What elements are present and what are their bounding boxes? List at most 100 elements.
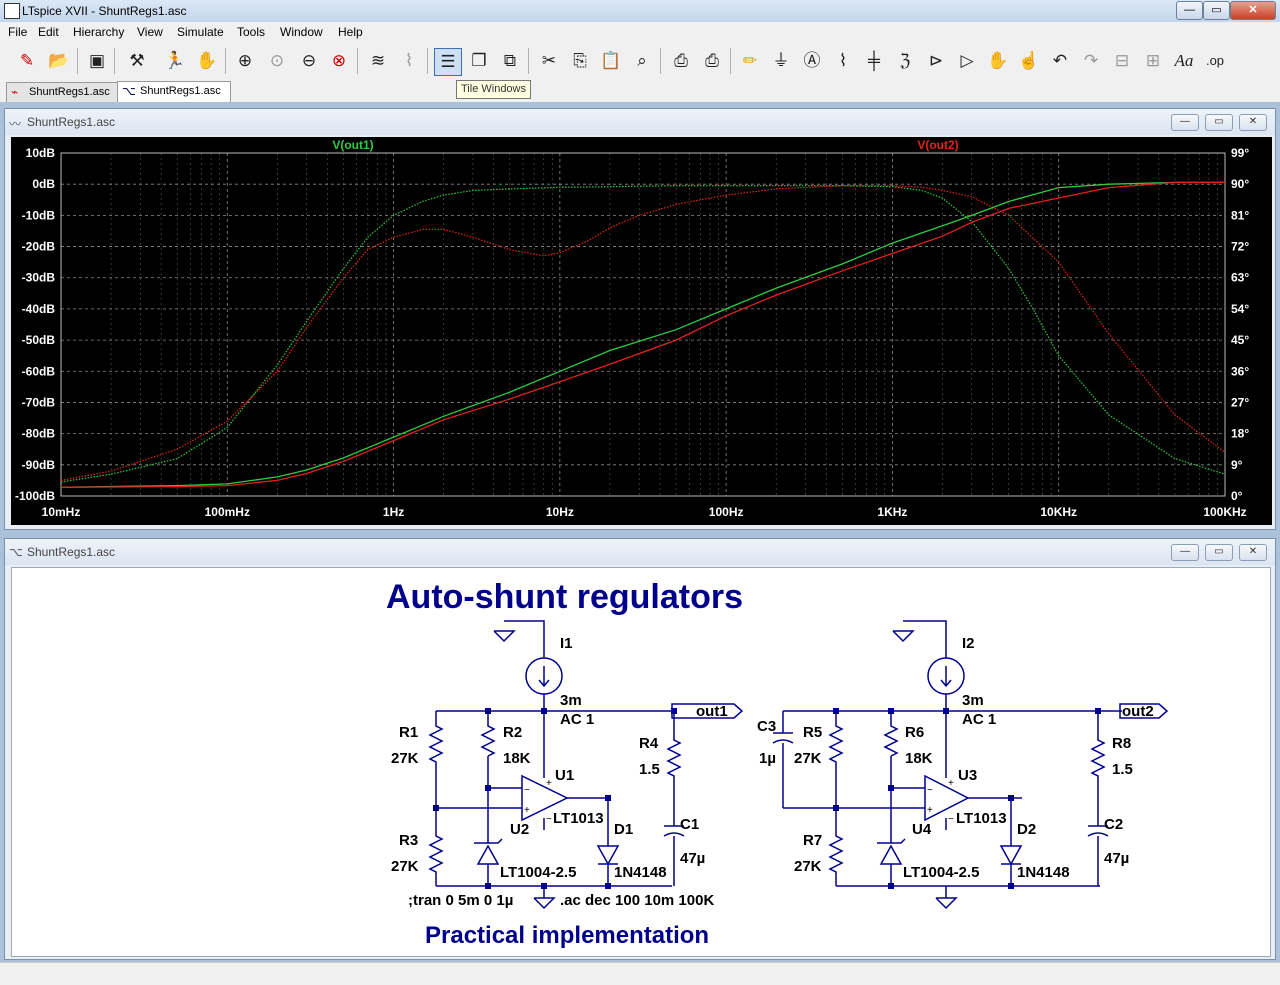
- ac-directive[interactable]: .ac dec 100 10m 100K: [560, 892, 714, 909]
- paste-icon[interactable]: 📋: [598, 48, 624, 74]
- open-icon[interactable]: 📂: [46, 48, 72, 74]
- resistor-r3[interactable]: [428, 831, 444, 876]
- y-tick-label-right: 45°: [1231, 333, 1249, 347]
- x-tick-label: 1KHz: [877, 505, 907, 519]
- tile-windows-icon[interactable]: ☰: [434, 48, 462, 76]
- y-tick-label-left: -90dB: [22, 458, 56, 472]
- menu-edit[interactable]: Edit: [38, 25, 59, 39]
- zoom-out-icon[interactable]: ⊖: [296, 48, 322, 74]
- restore-button[interactable]: ▭: [1203, 1, 1230, 20]
- close-button[interactable]: ✕: [1230, 1, 1276, 20]
- out1-label: out1: [696, 703, 728, 720]
- schematic-canvas[interactable]: Auto-shunt regulators Practical implemen…: [11, 567, 1271, 957]
- inductor-icon[interactable]: ℨ: [892, 48, 918, 74]
- zoom-in-icon[interactable]: ⊕: [232, 48, 258, 74]
- r6-ref: R6: [905, 724, 924, 741]
- component-icon[interactable]: ▷: [954, 48, 980, 74]
- print-icon[interactable]: ⎙: [668, 48, 694, 74]
- zener-u2[interactable]: [476, 844, 500, 865]
- u2-ref: U2: [510, 821, 529, 838]
- u4-ref: U4: [912, 821, 932, 838]
- diode-d1[interactable]: [596, 845, 620, 866]
- minimize-button[interactable]: —: [1171, 544, 1199, 561]
- find-icon[interactable]: ⌕: [629, 48, 655, 74]
- spice-directive-icon[interactable]: .op: [1202, 48, 1228, 74]
- new-schematic-icon[interactable]: ✎: [14, 48, 40, 74]
- menu-help[interactable]: Help: [338, 25, 363, 39]
- resistor-r6[interactable]: [883, 720, 899, 757]
- menu-window[interactable]: Window: [280, 25, 323, 39]
- i1-ac: AC 1: [560, 711, 594, 728]
- resistor-r7[interactable]: [828, 831, 844, 876]
- close-button[interactable]: ✕: [1239, 114, 1267, 131]
- schematic-drawing[interactable]: Auto-shunt regulators Practical implemen…: [12, 568, 1270, 956]
- menu-hierarchy[interactable]: Hierarchy: [73, 25, 124, 39]
- run-icon[interactable]: 🏃: [162, 48, 188, 74]
- menu-view[interactable]: View: [137, 25, 163, 39]
- x-tick-label: 10mHz: [42, 505, 81, 519]
- d2-part: 1N4148: [1017, 864, 1070, 881]
- label-net-icon[interactable]: Ⓐ: [799, 48, 825, 74]
- save-icon[interactable]: ▣: [84, 48, 110, 74]
- y-tick-label-right: 36°: [1231, 364, 1249, 378]
- tran-directive[interactable]: ;tran 0 5m 0 1µ: [408, 892, 513, 909]
- resistor-r4[interactable]: [666, 736, 682, 778]
- resistor-r1[interactable]: [428, 720, 444, 766]
- y-tick-label-left: -20dB: [22, 240, 56, 254]
- undo-icon[interactable]: ↶: [1047, 48, 1073, 74]
- resistor-r2[interactable]: [480, 720, 496, 757]
- cascade-windows-icon[interactable]: ❐: [466, 48, 492, 74]
- move-icon[interactable]: ✋: [985, 48, 1011, 74]
- tab-schematic[interactable]: ⌥ ShuntRegs1.asc: [117, 81, 231, 102]
- d1-ref: D1: [614, 821, 633, 838]
- schematic-icon: ⌥: [9, 545, 23, 559]
- drag-icon[interactable]: ☝: [1016, 48, 1042, 74]
- menu-tools[interactable]: Tools: [237, 25, 265, 39]
- c2-value: 47µ: [1104, 850, 1129, 867]
- copy-icon[interactable]: ⎘: [567, 48, 593, 74]
- u3-ref: U3: [958, 767, 977, 784]
- y-tick-label-left: 0dB: [32, 177, 55, 191]
- diode-d2[interactable]: [999, 845, 1023, 866]
- close-window-icon[interactable]: ⧉: [497, 48, 523, 74]
- text-icon[interactable]: Aa: [1171, 48, 1197, 74]
- r7-ref: R7: [803, 832, 822, 849]
- resistor-r8[interactable]: [1090, 736, 1106, 778]
- rotate-icon[interactable]: ⊟: [1109, 48, 1135, 74]
- schematic-icon: ⌥: [122, 84, 136, 98]
- close-button[interactable]: ✕: [1239, 544, 1267, 561]
- window-title: LTspice XVII - ShuntRegs1.asc: [22, 4, 187, 18]
- print-setup-icon[interactable]: ⎙: [699, 48, 725, 74]
- r5-ref: R5: [803, 724, 822, 741]
- minimize-button[interactable]: —: [1171, 114, 1199, 131]
- resistor-icon[interactable]: ⌇: [830, 48, 856, 74]
- schematic-window-title: ShuntRegs1.asc: [27, 545, 116, 559]
- draw-wire-icon[interactable]: ✏: [737, 48, 763, 74]
- d1-part: 1N4148: [614, 864, 667, 881]
- zoom-cancel-icon[interactable]: ⊗: [326, 48, 352, 74]
- diode-icon[interactable]: ⊳: [923, 48, 949, 74]
- autorange-icon[interactable]: ≋: [365, 48, 391, 74]
- cut-icon[interactable]: ✂: [536, 48, 562, 74]
- menu-simulate[interactable]: Simulate: [177, 25, 224, 39]
- zener-u4[interactable]: [879, 844, 903, 865]
- restore-button[interactable]: ▭: [1205, 114, 1233, 131]
- halt-icon[interactable]: ✋: [194, 48, 220, 74]
- control-panel-icon[interactable]: ⚒: [124, 48, 150, 74]
- redo-icon[interactable]: ↷: [1078, 48, 1104, 74]
- pick-visible-traces-icon[interactable]: ⌇: [396, 48, 422, 74]
- mirror-icon[interactable]: ⊞: [1140, 48, 1166, 74]
- c1-ref: C1: [680, 816, 699, 833]
- r4-value: 1.5: [639, 761, 660, 778]
- bode-plot[interactable]: 10mHz 100mHz 1Hz 10Hz 100Hz 1KHz 10KHz 100KHz 10…: [11, 137, 1272, 525]
- resistor-r5[interactable]: [828, 720, 844, 766]
- minimize-button[interactable]: —: [1176, 1, 1203, 20]
- tab-plot[interactable]: ⌁ ShuntRegs1.asc: [6, 82, 118, 102]
- x-tick-label: 10Hz: [546, 505, 574, 519]
- plot-pane[interactable]: 10mHz 100mHz 1Hz 10Hz 100Hz 1KHz 10KHz 100KHz 10…: [11, 137, 1272, 525]
- zoom-full-icon[interactable]: ⊙: [264, 48, 290, 74]
- ground-icon[interactable]: ⏚: [768, 48, 794, 74]
- capacitor-icon[interactable]: ╪: [861, 48, 887, 74]
- restore-button[interactable]: ▭: [1205, 544, 1233, 561]
- menu-file[interactable]: File: [8, 25, 27, 39]
